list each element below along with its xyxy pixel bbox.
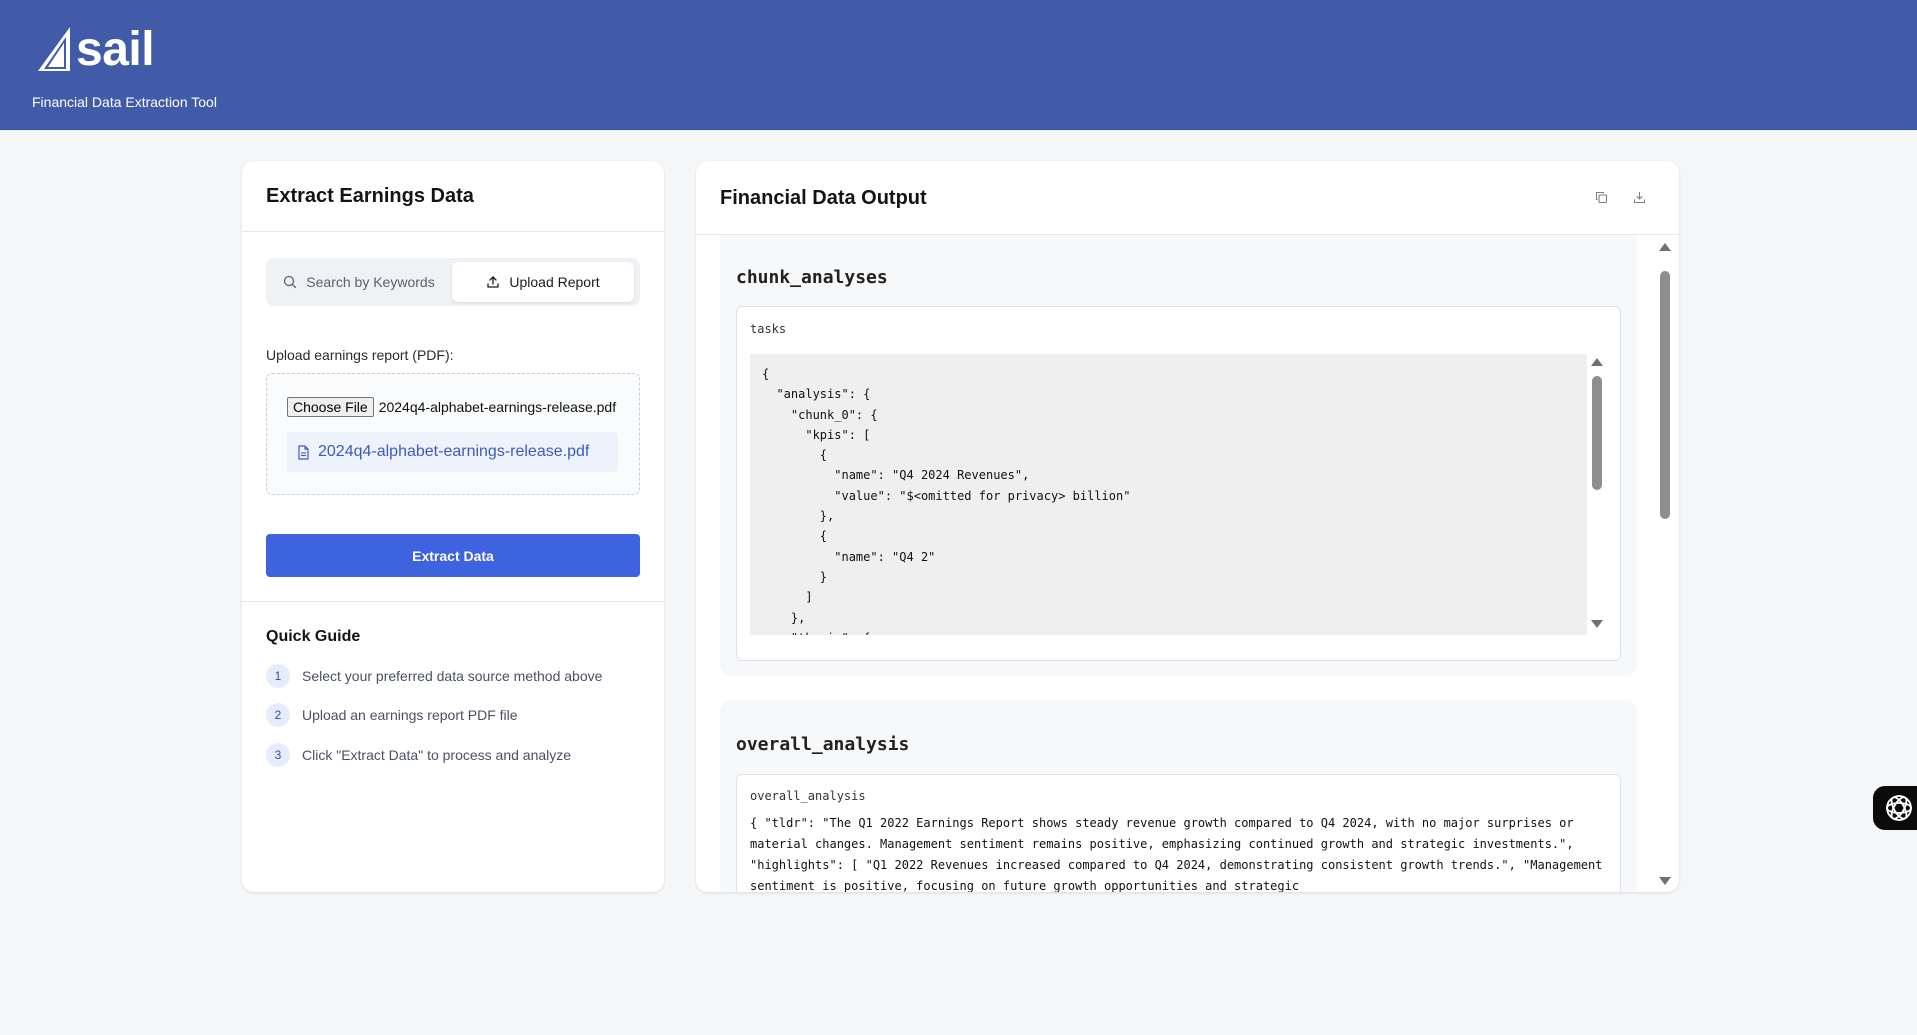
divider (242, 601, 664, 602)
output-scrollbar[interactable] (1657, 235, 1674, 885)
section-title: chunk_analyses (736, 267, 888, 288)
analysis-text: { "tldr": "The Q1 2022 Earnings Report s… (750, 816, 1603, 892)
step-number: 2 (266, 703, 290, 727)
tab-upload-report[interactable]: Upload Report (452, 262, 634, 302)
scroll-up-arrow[interactable] (1591, 358, 1603, 366)
section-title: overall_analysis (736, 734, 910, 755)
extract-panel-title: Extract Earnings Data (266, 185, 474, 207)
logo-text: sail (76, 23, 155, 76)
step-text: Upload an earnings report PDF file (302, 707, 518, 723)
scroll-up-arrow[interactable] (1659, 243, 1671, 251)
output-panel-header: Financial Data Output (696, 161, 1679, 235)
box-label: overall_analysis (750, 789, 866, 803)
sail-logo[interactable]: sail (36, 23, 155, 76)
tab-search-keywords[interactable]: Search by Keywords (270, 262, 448, 302)
extract-panel: Extract Earnings Data Search by Keywords… (242, 161, 664, 892)
extract-panel-header: Extract Earnings Data (242, 161, 664, 232)
choose-file-button[interactable]: Choose File (287, 397, 374, 417)
document-icon (298, 444, 309, 460)
guide-step: 3 Click "Extract Data" to process and an… (266, 743, 571, 767)
box-label: tasks (750, 322, 787, 336)
source-tabs: Search by Keywords Upload Report (266, 258, 640, 306)
json-code: { "analysis": { "chunk_0": { "kpis": [ {… (762, 367, 1131, 635)
app-tagline: Financial Data Extraction Tool (32, 94, 217, 110)
tab-search-label: Search by Keywords (306, 274, 435, 290)
app-header: sail Financial Data Extraction Tool (0, 0, 1917, 130)
copy-icon[interactable] (1591, 187, 1611, 207)
step-number: 3 (266, 743, 290, 767)
scroll-down-arrow[interactable] (1591, 620, 1603, 628)
output-panel: Financial Data Output chunk_analyses tas… (696, 161, 1679, 892)
sail-logo-icon (38, 27, 70, 71)
tab-upload-label: Upload Report (509, 274, 600, 290)
upload-icon (487, 276, 500, 288)
json-code-block[interactable]: { "analysis": { "chunk_0": { "kpis": [ {… (750, 354, 1587, 635)
assistant-icon (1886, 795, 1912, 821)
guide-step: 2 Upload an earnings report PDF file (266, 703, 518, 727)
guide-step: 1 Select your preferred data source meth… (266, 664, 602, 688)
scroll-thumb[interactable] (1660, 271, 1670, 519)
download-icon[interactable] (1629, 187, 1649, 207)
chunk-analyses-section: chunk_analyses tasks { "analysis": { "ch… (720, 235, 1637, 676)
code-scrollbar[interactable] (1589, 354, 1605, 635)
scroll-down-arrow[interactable] (1659, 877, 1671, 885)
step-number: 1 (266, 664, 290, 688)
step-text: Click "Extract Data" to process and anal… (302, 747, 572, 763)
extract-data-button[interactable]: Extract Data (266, 534, 640, 577)
search-icon (284, 275, 297, 289)
assistant-button[interactable] (1873, 786, 1917, 830)
overall-analysis-box: overall_analysis { "tldr": "The Q1 2022 … (736, 774, 1621, 892)
output-panel-title: Financial Data Output (720, 187, 927, 209)
file-dropzone[interactable]: Choose File 2024q4-alphabet-earnings-rel… (266, 373, 640, 495)
quick-guide-title: Quick Guide (266, 628, 361, 645)
step-text: Select your preferred data source method… (302, 668, 603, 684)
selected-file-name: 2024q4-alphabet-earnings-release.pdf (378, 399, 617, 415)
file-input[interactable]: Choose File 2024q4-alphabet-earnings-rel… (287, 397, 616, 417)
tasks-box: tasks { "analysis": { "chunk_0": { "kpis… (736, 306, 1621, 661)
scroll-thumb[interactable] (1592, 376, 1602, 490)
selected-file-chip: 2024q4-alphabet-earnings-release.pdf (287, 432, 618, 472)
overall-analysis-section: overall_analysis overall_analysis { "tld… (720, 700, 1637, 892)
file-chip-label: 2024q4-alphabet-earnings-release.pdf (318, 443, 590, 460)
upload-label: Upload earnings report (PDF): (266, 347, 454, 363)
